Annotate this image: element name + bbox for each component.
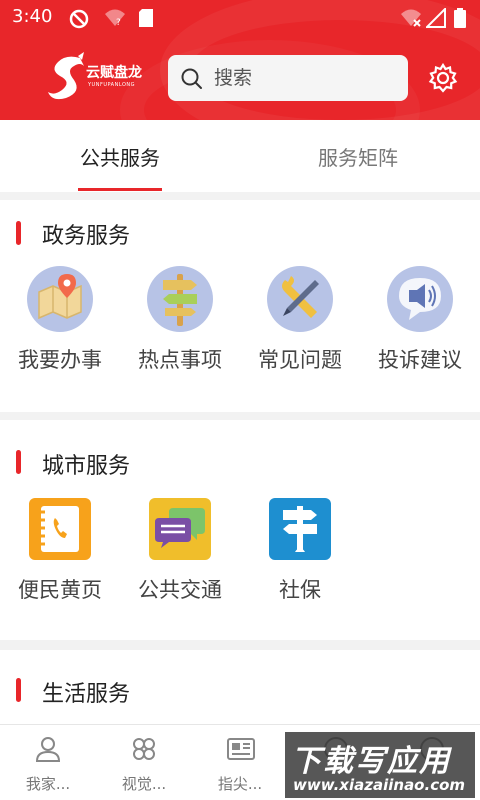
app-header: 3:40 ? 云赋盘龙 YUNFUPANLONG 搜索 — [0, 0, 480, 120]
active-tab-indicator — [78, 188, 162, 191]
person-icon — [35, 737, 61, 762]
service-label: 便民黄页 — [18, 578, 102, 602]
nav-label: 指尖... — [217, 775, 263, 793]
service-item-hot-topics[interactable]: 热点事项 — [120, 266, 240, 386]
service-label: 热点事项 — [138, 348, 222, 372]
watermark-main-text: 下载写应用 — [291, 744, 451, 779]
nav-label: 我家... — [25, 775, 71, 793]
search-input[interactable] — [214, 63, 394, 93]
logo-text: 云赋盘龙 — [86, 65, 142, 81]
megaphone-icon — [387, 266, 453, 332]
service-item-do-business[interactable]: 我要办事 — [0, 266, 120, 386]
watermark: 下载写应用 www.xiazaiinao.com — [285, 732, 475, 798]
wifi-off-icon — [401, 9, 421, 27]
section-title: 政务服务 — [42, 224, 131, 249]
logo-subtext: YUNFUPANLONG — [88, 82, 136, 88]
gear-icon[interactable] — [428, 63, 458, 93]
section-marker — [16, 678, 21, 702]
section-marker — [16, 450, 21, 474]
service-label: 公共交通 — [138, 578, 222, 602]
direction-sign-icon — [269, 498, 331, 560]
battery-icon — [454, 8, 466, 28]
app-screen: 3:40 ? 云赋盘龙 YUNFUPANLONG 搜索 公共服务 服务矩阵 政务… — [0, 0, 480, 800]
service-label: 投诉建议 — [378, 348, 462, 372]
section-marker — [16, 221, 21, 245]
nav-item-fingertip[interactable]: 指尖... — [192, 725, 288, 800]
section-title: 城市服务 — [42, 454, 131, 479]
phonebook-icon — [29, 498, 91, 560]
search-icon — [181, 68, 202, 89]
section-city-services: 城市服务 便民黄页 公共交通 社保 — [0, 420, 480, 640]
service-item-yellow-pages[interactable]: 便民黄页 — [0, 496, 120, 616]
svg-text:?: ? — [116, 18, 121, 28]
dragon-logo-icon — [48, 52, 84, 100]
newspaper-icon — [227, 738, 255, 760]
service-label: 社保 — [279, 578, 321, 602]
tab-public-service[interactable]: 公共服务 — [80, 142, 160, 171]
search-box[interactable] — [168, 55, 408, 101]
service-item-social-security[interactable]: 社保 — [240, 496, 360, 616]
app-logo: 云赋盘龙 YUNFUPANLONG — [44, 52, 154, 104]
clover-icon — [133, 738, 155, 760]
service-item-complaints[interactable]: 投诉建议 — [360, 266, 480, 386]
map-pin-icon — [27, 266, 93, 332]
wifi-question-icon: ? — [105, 9, 125, 28]
status-time: 3:40 — [12, 6, 53, 27]
section-government-services: 政务服务 我要办事 热点事项 常见问题 投诉建议 — [0, 200, 480, 412]
status-bar: 3:40 ? — [0, 0, 480, 36]
service-label: 常见问题 — [258, 348, 342, 372]
service-item-public-transport[interactable]: 公共交通 — [120, 496, 240, 616]
sd-card-icon — [139, 9, 153, 27]
service-tabs: 公共服务 服务矩阵 — [0, 120, 480, 192]
data-saver-icon — [69, 9, 89, 29]
tools-icon — [267, 266, 333, 332]
service-label: 我要办事 — [18, 348, 102, 372]
section-life-services: 生活服务 — [0, 650, 480, 730]
signal-icon — [426, 8, 446, 28]
signpost-icon — [147, 266, 213, 332]
nav-item-my-home[interactable]: 我家... — [0, 725, 96, 800]
section-title: 生活服务 — [42, 682, 131, 707]
service-item-faq[interactable]: 常见问题 — [240, 266, 360, 386]
nav-item-visual[interactable]: 视觉... — [96, 725, 192, 800]
chat-bubbles-icon — [149, 498, 211, 560]
nav-label: 视觉... — [121, 775, 167, 793]
tab-service-matrix[interactable]: 服务矩阵 — [318, 142, 398, 171]
watermark-url: www.xiazaiinao.com — [293, 776, 466, 794]
